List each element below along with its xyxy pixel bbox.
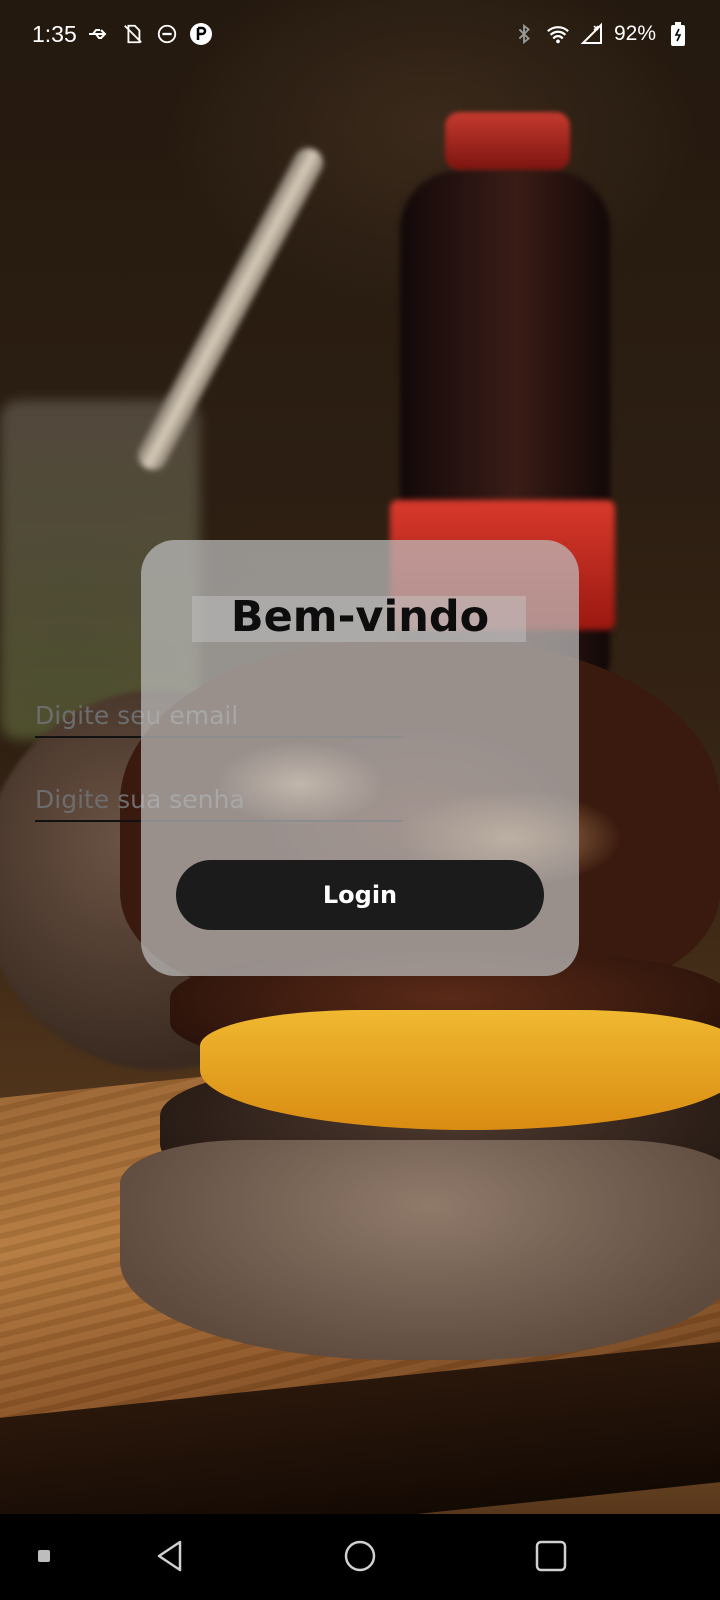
nav-indicator-icon <box>38 1550 50 1562</box>
status-left: 1:35 <box>32 21 213 48</box>
bottle-cap-image <box>445 112 570 170</box>
cell-signal-icon <box>580 22 604 46</box>
wifi-icon <box>546 22 570 46</box>
status-right: 92% <box>512 22 690 46</box>
app-notification-icon <box>189 22 213 46</box>
login-button[interactable]: Login <box>176 860 544 930</box>
home-icon[interactable] <box>340 1536 380 1576</box>
battery-percent: 92% <box>613 22 656 45</box>
welcome-title: Bem-vindo <box>230 592 490 642</box>
no-sim-icon <box>121 22 145 46</box>
bun-bottom-image <box>120 1140 720 1360</box>
battery-icon <box>666 22 690 46</box>
recents-icon[interactable] <box>531 1536 571 1576</box>
usb-icon <box>87 22 111 46</box>
status-time: 1:35 <box>32 20 77 47</box>
navigation-bar <box>0 1514 720 1600</box>
do-not-disturb-icon <box>155 22 179 46</box>
back-icon[interactable] <box>150 1536 190 1576</box>
bluetooth-icon <box>512 22 536 46</box>
status-bar: 1:35 92% <box>0 0 720 68</box>
cheese-image <box>200 1010 720 1130</box>
